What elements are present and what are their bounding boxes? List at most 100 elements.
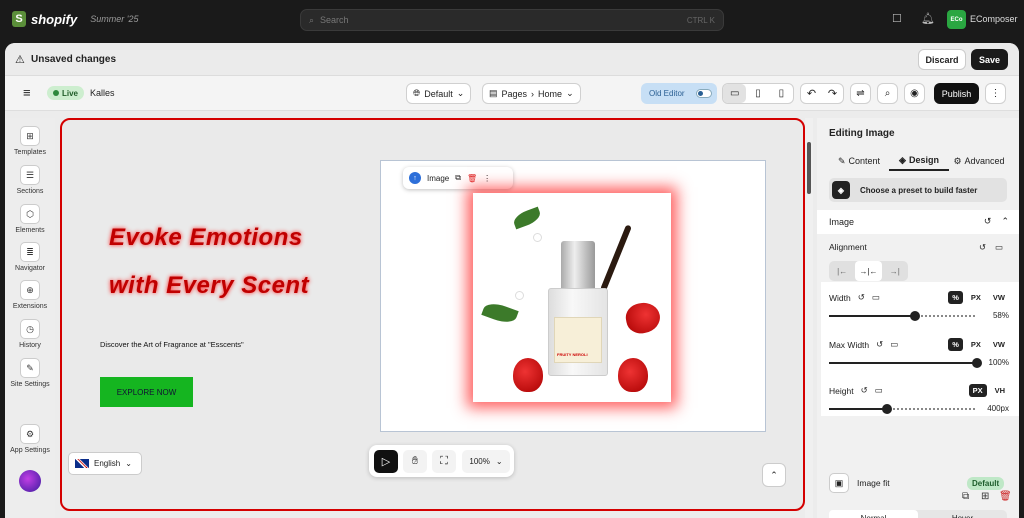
strawberry	[623, 300, 663, 336]
toggle-switch[interactable]	[696, 89, 712, 98]
inbox-icon[interactable]: ☐	[892, 12, 902, 25]
height-slider[interactable]	[829, 404, 977, 414]
sidebar-item-templates[interactable]: ⊞ Templates	[5, 126, 55, 156]
bell-icon[interactable]: 🔔︎	[921, 12, 935, 25]
reset-icon[interactable]: ↺	[984, 216, 992, 227]
chevron-down-icon: ⌄	[125, 459, 132, 468]
desktop-icon[interactable]: ▭	[995, 242, 1003, 253]
reset-icon[interactable]: ↺	[861, 385, 868, 396]
sidebar-item-extensions[interactable]: ⊕ Extensions	[5, 280, 55, 310]
unit-vw[interactable]: VW	[989, 291, 1009, 304]
settings-sliders-icon[interactable]: ⇌	[850, 83, 871, 104]
search-input[interactable]: ⌕ Search CTRL K	[300, 9, 724, 31]
alignment-label: Alignment	[829, 242, 867, 252]
layout-icon[interactable]: ⊞	[981, 491, 989, 502]
preview-eye-icon[interactable]: ◉	[904, 83, 925, 104]
hero-heading-line2[interactable]: with Every Scent	[109, 272, 309, 300]
image-section-header[interactable]: Image ↺ ⌃	[817, 210, 1019, 234]
duplicate-icon[interactable]: ⧉	[455, 173, 461, 183]
reset-icon[interactable]: ↺	[876, 339, 883, 350]
hero-heading-line1[interactable]: Evoke Emotions	[109, 224, 303, 252]
max-width-slider[interactable]	[829, 358, 982, 368]
align-right-icon[interactable]: →|	[882, 261, 908, 281]
strawberry	[618, 358, 648, 392]
unit-px[interactable]: PX	[967, 291, 985, 304]
unit-vw[interactable]: VW	[989, 338, 1009, 351]
language-select[interactable]: English ⌄	[68, 452, 142, 475]
unit-px[interactable]: PX	[968, 384, 987, 397]
menu-icon[interactable]: ≡	[23, 85, 31, 100]
sidebar-item-label: Sections	[16, 188, 44, 195]
desktop-icon[interactable]: ▭	[890, 339, 898, 350]
templates-icon: ⊞	[20, 126, 40, 146]
tab-content[interactable]: ✎ Content	[829, 151, 889, 171]
slider-fill	[829, 315, 915, 317]
fit-screen-icon[interactable]: ⛶	[432, 450, 456, 473]
page-select[interactable]: ▤ Pages › Home ⌄	[482, 83, 581, 104]
unit-px[interactable]: PX	[967, 338, 985, 351]
undo-icon[interactable]: ↶	[801, 84, 822, 103]
old-editor-toggle[interactable]: Old Editor	[641, 83, 717, 104]
delete-icon[interactable]: 🗑︎	[467, 174, 477, 183]
tablet-icon[interactable]: ▯	[746, 84, 769, 103]
tab-design[interactable]: ◈ Design	[889, 151, 949, 171]
search-icon: ⌕	[309, 14, 315, 25]
tab-advanced[interactable]: ⚙ Advanced	[949, 151, 1009, 171]
pencil-icon: ✎	[837, 155, 846, 166]
reset-icon[interactable]: ↺	[979, 242, 986, 253]
app-name[interactable]: EComposer	[970, 14, 1018, 24]
sidebar-item-app-settings[interactable]: ⚙ App Settings	[5, 424, 55, 454]
tab-hover[interactable]: Hover	[918, 510, 1007, 518]
hand-icon[interactable]: ✋︎	[403, 450, 427, 473]
discard-button[interactable]: Discard	[918, 49, 966, 70]
publish-button[interactable]: Publish	[934, 83, 979, 104]
hero-subtext[interactable]: Discover the Art of Fragrance at "Esscen…	[100, 340, 244, 349]
app-badge[interactable]: ECo	[947, 10, 966, 29]
shopify-logo[interactable]: S shopify Summer '25	[12, 11, 138, 27]
image-block[interactable]: ↑ Image ⧉ 🗑︎ ⋮ FRUITY NEROLI	[380, 160, 766, 432]
align-left-icon[interactable]: |←	[829, 261, 855, 281]
sidebar-item-site-settings[interactable]: ✎ Site Settings	[5, 358, 55, 388]
vanilla-pod	[600, 224, 632, 292]
image-fit-badge[interactable]: Default	[967, 477, 1005, 490]
sidebar-item-history[interactable]: ◷ History	[5, 319, 55, 349]
avatar[interactable]	[19, 470, 41, 492]
canvas-scrollbar[interactable]	[805, 118, 813, 518]
delete-icon[interactable]: 🗑︎	[999, 491, 1012, 502]
zoom-select[interactable]: 100% ⌄	[462, 450, 510, 473]
desktop-icon[interactable]: ▭	[723, 84, 747, 103]
scrollbar-thumb[interactable]	[807, 142, 811, 194]
copy-icon[interactable]: ⧉	[962, 491, 969, 502]
preset-button[interactable]: ◈ Choose a preset to build faster	[829, 178, 1007, 202]
select-parent-icon[interactable]: ↑	[409, 172, 421, 184]
explore-now-button[interactable]: EXPLORE NOW	[100, 377, 193, 407]
unit-vh[interactable]: VH	[991, 384, 1009, 397]
slider-knob[interactable]	[972, 358, 982, 368]
tab-normal[interactable]: Normal	[829, 510, 918, 518]
slider-knob[interactable]	[909, 311, 920, 321]
tab-label: Advanced	[964, 156, 1005, 166]
desktop-icon[interactable]: ▭	[875, 385, 883, 396]
more-icon[interactable]: ⋮	[483, 174, 491, 183]
sidebar-item-elements[interactable]: ⬡ Elements	[5, 204, 55, 234]
cursor-icon[interactable]: ▷	[374, 450, 398, 473]
inspect-icon[interactable]: ⌕	[877, 83, 898, 104]
sidebar-item-sections[interactable]: ☰ Sections	[5, 165, 55, 195]
scroll-top-button[interactable]: ⌃	[762, 463, 786, 487]
product-image[interactable]: FRUITY NEROLI	[473, 193, 671, 402]
theme-select[interactable]: 🌐︎ Default ⌄	[406, 83, 472, 104]
unit-percent[interactable]: %	[948, 338, 963, 351]
chevron-up-icon[interactable]: ⌃	[1001, 216, 1009, 227]
desktop-icon[interactable]: ▭	[872, 292, 880, 303]
mobile-icon[interactable]: ▯	[770, 84, 793, 103]
sidebar-item-navigator[interactable]: ≣ Navigator	[5, 242, 55, 272]
unit-percent[interactable]: %	[948, 291, 963, 304]
slider-knob[interactable]	[881, 404, 892, 414]
width-slider[interactable]	[829, 311, 977, 321]
redo-icon[interactable]: ↷	[822, 84, 843, 103]
reset-icon[interactable]: ↺	[858, 292, 865, 303]
image-fit-row[interactable]: ▣ Image fit	[829, 473, 890, 493]
save-button[interactable]: Save	[971, 49, 1008, 70]
align-center-icon[interactable]: →|←	[855, 261, 882, 281]
more-icon[interactable]: ⋮	[985, 83, 1006, 104]
